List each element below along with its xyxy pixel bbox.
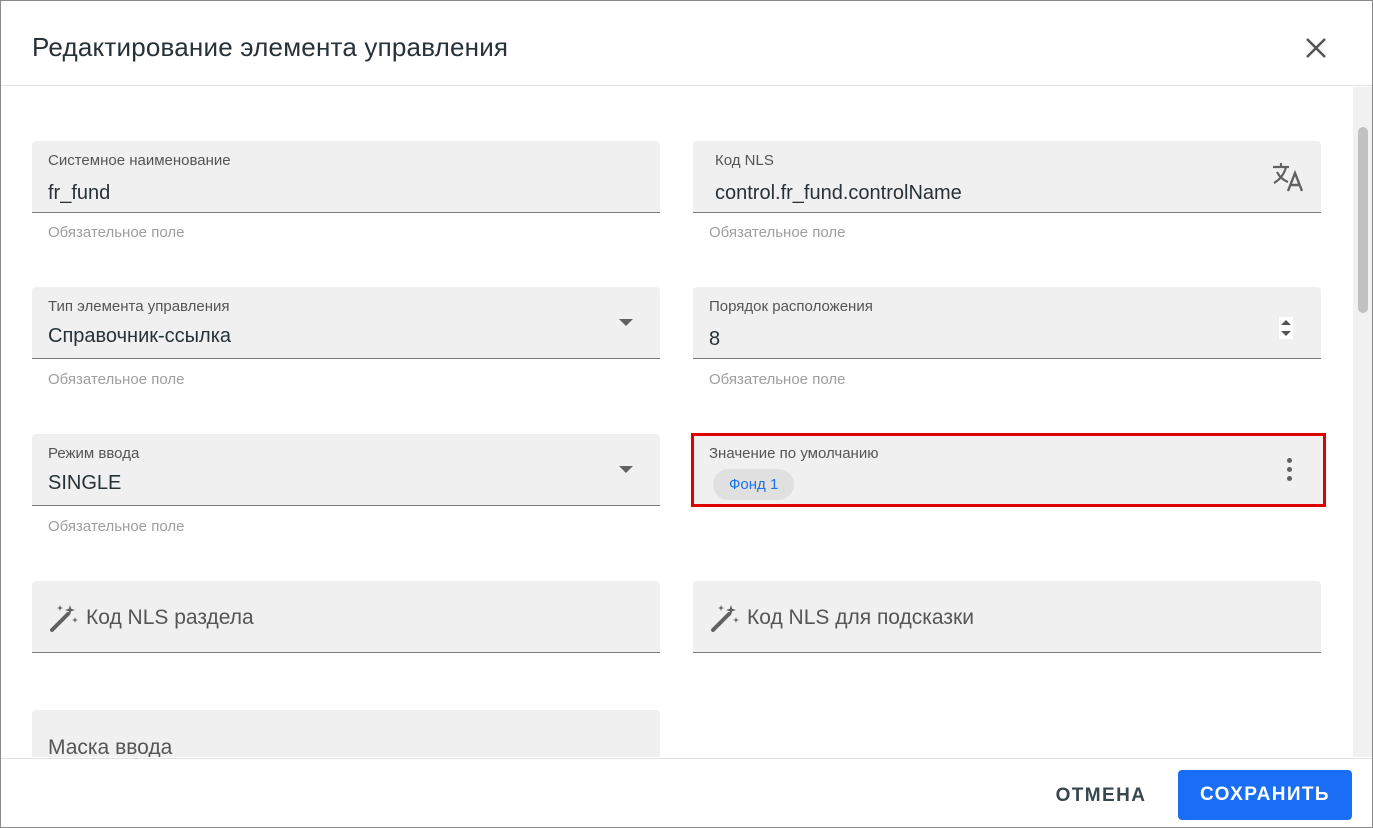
dialog-body: Системное наименование fr_fund Обязатель… (1, 87, 1353, 757)
dialog-title: Редактирование элемента управления (32, 32, 509, 62)
section-nls-field[interactable]: Код NLS раздела (32, 581, 660, 653)
order-label: Порядок расположения (709, 298, 873, 315)
control-type-label: Тип элемента управления (48, 298, 230, 315)
magic-wand-icon (50, 605, 78, 632)
dialog-footer: ОТМЕНА СОХРАНИТЬ (1, 758, 1372, 827)
default-value-field[interactable]: Значение по умолчанию Фонд 1 (691, 433, 1326, 507)
edit-control-dialog: Редактирование элемента управления Систе… (0, 0, 1373, 828)
section-nls-placeholder: Код NLS раздела (86, 606, 254, 629)
dropdown-arrow-icon[interactable] (619, 466, 633, 473)
tooltip-nls-field[interactable]: Код NLS для подсказки (693, 581, 1321, 653)
dropdown-arrow-icon[interactable] (619, 319, 633, 326)
nls-code-value[interactable]: control.fr_fund.controlName (715, 182, 962, 205)
input-mode-field[interactable]: Режим ввода SINGLE (32, 434, 660, 506)
input-mask-field[interactable]: Маска ввода (32, 710, 660, 757)
order-hint: Обязательное поле (709, 371, 846, 388)
vertical-scrollbar[interactable] (1353, 87, 1372, 757)
magic-wand-icon (711, 605, 739, 632)
save-button[interactable]: СОХРАНИТЬ (1178, 770, 1352, 820)
input-mode-value: SINGLE (48, 472, 122, 494)
close-icon (1306, 38, 1326, 58)
system-name-hint: Обязательное поле (48, 224, 185, 241)
translate-icon[interactable] (1271, 161, 1305, 193)
nls-code-hint: Обязательное поле (709, 224, 846, 241)
system-name-label: Системное наименование (48, 152, 231, 169)
control-type-field[interactable]: Тип элемента управления Справочник-ссылк… (32, 287, 660, 359)
input-mask-placeholder: Маска ввода (48, 736, 173, 757)
scroll-thumb[interactable] (1358, 127, 1368, 313)
system-name-value[interactable]: fr_fund (48, 182, 110, 205)
kebab-menu-icon[interactable] (1282, 458, 1296, 486)
cancel-button[interactable]: ОТМЕНА (1041, 771, 1161, 820)
close-button[interactable] (1301, 33, 1331, 63)
control-type-value: Справочник-ссылка (48, 325, 232, 347)
order-value[interactable]: 8 (709, 328, 720, 351)
default-value-chip[interactable]: Фонд 1 (713, 469, 795, 500)
nls-code-field[interactable]: Код NLS control.fr_fund.controlName (693, 141, 1321, 213)
tooltip-nls-placeholder: Код NLS для подсказки (747, 606, 974, 629)
dialog-header: Редактирование элемента управления (1, 1, 1372, 86)
system-name-field[interactable]: Системное наименование fr_fund (32, 141, 660, 213)
spinner-icon[interactable] (1279, 317, 1293, 339)
control-type-hint: Обязательное поле (48, 371, 185, 388)
input-mode-hint: Обязательное поле (48, 518, 185, 535)
nls-code-label: Код NLS (715, 152, 774, 169)
default-value-label: Значение по умолчанию (709, 445, 879, 462)
order-field[interactable]: Порядок расположения 8 (693, 287, 1321, 359)
input-mode-label: Режим ввода (48, 445, 140, 462)
